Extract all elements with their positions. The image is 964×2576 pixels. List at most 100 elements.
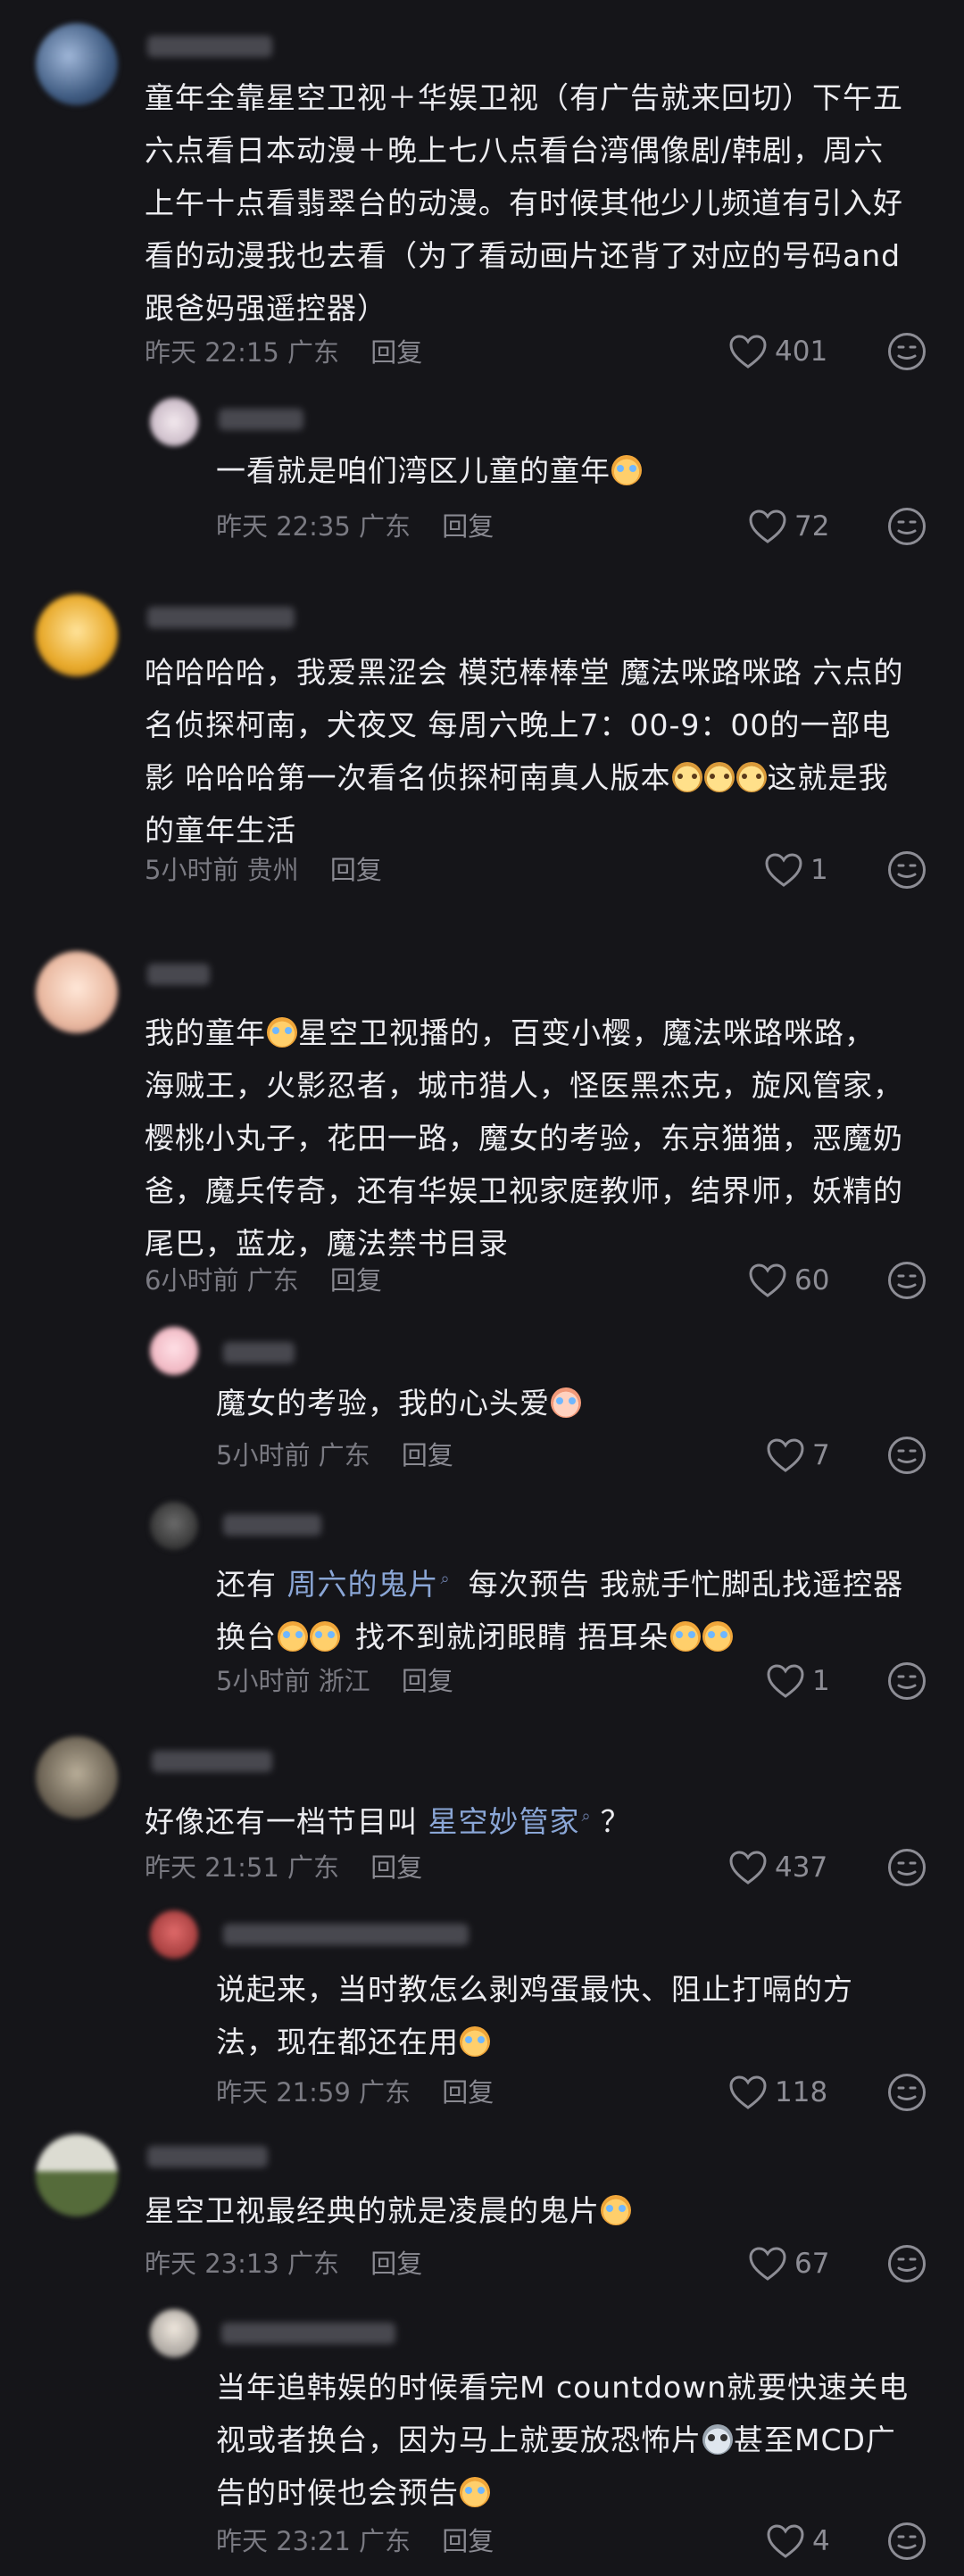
emoji-react-icon[interactable] [887,2073,927,2112]
like-count: 437 [775,1851,828,1884]
reply-button[interactable]: 回复 [370,2249,422,2279]
crying-emoji-icon [310,1621,340,1652]
like-count: 401 [775,335,828,368]
avatar[interactable] [150,1502,198,1550]
heart-icon [728,1850,768,1885]
comment-meta: 昨天 22:35 广东 回复 [216,511,494,542]
like-count: 60 [794,1264,830,1296]
comment-meta: 5小时前 贵州 回复 [145,855,382,885]
crying-emoji-icon [601,2195,631,2225]
dog-emoji-icon [671,762,702,792]
like-button[interactable]: 60 [748,1259,829,1302]
avatar[interactable] [36,2134,118,2216]
emoji-react-icon[interactable] [887,850,927,890]
comment-text: 好像还有一档节目叫 星空妙管家 ⌕？ [145,1804,631,1839]
like-button[interactable]: 118 [728,2071,827,2114]
comment-meta: 5小时前 浙江 回复 [216,1666,453,1696]
comment-meta: 5小时前 广东 回复 [216,1440,453,1470]
comment-meta: 昨天 23:13 广东 回复 [145,2249,423,2279]
like-count: 7 [812,1439,830,1471]
reply-button[interactable]: 回复 [330,855,382,885]
avatar[interactable] [36,1736,118,1818]
like-count: 1 [812,1665,830,1697]
like-count: 4 [812,2525,830,2557]
like-button[interactable]: 1 [764,849,828,891]
comment-text: 当年追韩娱的时候看完M countdown就要快速关电 视或者换台，因为马上就要… [216,2370,910,2510]
search-icon: ⌕ [581,1807,592,1826]
avatar[interactable] [150,1327,198,1375]
reply-button[interactable]: 回复 [402,1440,453,1470]
comment-text: 魔女的考验，我的心头爱 [216,1377,930,1429]
heart-icon [764,852,803,888]
comment-text: 星空卫视最经典的就是凌晨的鬼片 [145,2184,930,2237]
emoji-react-icon[interactable] [887,1436,927,1475]
username-blurred[interactable] [147,36,272,57]
avatar[interactable] [150,2309,198,2357]
emoji-react-icon[interactable] [887,2244,927,2283]
heart-icon [728,334,768,369]
comment-text: 哈哈哈哈，我爱黑涩会 模范棒棒堂 魔法咪路咪路 六点的 名侦探柯南，犬夜叉 每周… [145,655,904,848]
search-icon: ⌕ [440,1570,451,1588]
crying-emoji-icon [702,1621,733,1652]
crying-emoji-icon [460,2477,490,2507]
emoji-react-icon[interactable] [887,1661,927,1701]
dog-emoji-icon [735,762,767,792]
username-blurred[interactable] [219,409,303,430]
comment-meta: 昨天 22:15 广东 回复 [145,337,423,368]
avatar[interactable] [36,23,118,105]
username-blurred[interactable] [147,2146,268,2167]
comment-text: 我的童年 星空卫视播的，百变小樱，魔法咪路咪路， 海贼王，火影忍者，城市猎人，怪医… [145,1015,903,1261]
topic-link[interactable]: 星空妙管家 [428,1804,580,1839]
reply-button[interactable]: 回复 [442,2526,494,2556]
avatar[interactable] [36,594,118,676]
heart-icon [766,1663,805,1699]
reply-button[interactable]: 回复 [330,1265,382,1296]
like-button[interactable]: 1 [766,1660,830,1702]
username-blurred[interactable] [223,1514,321,1536]
comment-meta: 6小时前 广东 回复 [145,1265,382,1296]
heart-icon [748,509,787,544]
comment-text: 还有 周六的鬼片 ⌕ 每次预告 我就手忙脚乱找遥控器 换台 找不到就闭眼睛 捂耳朵 [216,1567,904,1654]
emoji-react-icon[interactable] [887,332,927,371]
avatar[interactable] [150,1910,198,1959]
reply-button[interactable]: 回复 [402,1666,453,1696]
username-blurred[interactable] [147,607,295,628]
like-button[interactable]: 7 [766,1434,830,1477]
emoji-react-icon[interactable] [887,1261,927,1300]
reply-button[interactable]: 回复 [442,511,494,542]
like-button[interactable]: 401 [728,330,827,373]
emoji-react-icon[interactable] [887,1848,927,1887]
reply-button[interactable]: 回复 [370,337,422,368]
comment-text: 说起来，当时教怎么剥鸡蛋最快、阻止打嗝的方 法，现在都还在用 [216,1972,853,2059]
heart-icon [748,1263,787,1298]
like-button[interactable]: 4 [766,2520,830,2563]
dog-emoji-icon [703,762,735,792]
reply-button[interactable]: 回复 [442,2077,494,2108]
heart-icon [728,2075,768,2110]
crying-emoji-icon [551,1387,581,1418]
username-blurred[interactable] [223,1924,469,1945]
comment-meta: 昨天 21:51 广东 回复 [145,1852,423,1883]
emoji-react-icon[interactable] [887,507,927,546]
topic-link[interactable]: 周六的鬼片 [287,1567,439,1602]
comment-text: 一看就是咱们湾区儿童的童年 [216,444,930,497]
like-button[interactable]: 67 [748,2242,829,2285]
like-count: 118 [775,2076,828,2108]
comment-meta: 昨天 23:21 广东 回复 [216,2526,494,2556]
avatar[interactable] [36,951,118,1033]
crying-emoji-icon [669,1621,701,1652]
like-count: 72 [794,510,830,543]
crying-emoji-icon [460,2026,490,2057]
avatar[interactable] [150,398,198,446]
username-blurred[interactable] [221,2323,395,2344]
crying-emoji-icon [278,1621,308,1652]
crying-emoji-icon [611,455,642,485]
username-blurred[interactable] [147,964,210,985]
username-blurred[interactable] [152,1751,272,1772]
reply-button[interactable]: 回复 [370,1852,422,1883]
heart-icon [748,2246,787,2282]
like-button[interactable]: 72 [748,505,829,548]
emoji-react-icon[interactable] [887,2522,927,2561]
like-button[interactable]: 437 [728,1846,827,1889]
username-blurred[interactable] [223,1342,295,1363]
